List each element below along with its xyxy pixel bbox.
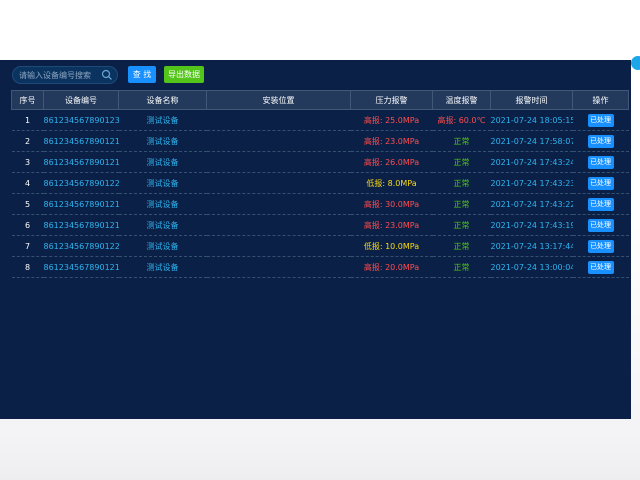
cell-device-code: 861234567890121 bbox=[43, 193, 119, 215]
cell-device-name: 测试设备 bbox=[118, 130, 207, 152]
table-row[interactable]: 3 861234567890121 测试设备 高报: 26.0MPa 正常 2021-07… bbox=[11, 151, 629, 173]
header-alarm-time[interactable]: 报警时间 bbox=[490, 90, 573, 110]
cell-device-code: 861234567890121 bbox=[43, 130, 119, 152]
header-index[interactable]: 序号 bbox=[11, 90, 44, 110]
cell-temperature-alarm: 正常 bbox=[432, 172, 491, 194]
cell-location bbox=[206, 193, 351, 215]
cell-alarm-time: 2021-07-24 13:00:04 bbox=[490, 256, 573, 278]
cell-location bbox=[206, 151, 351, 173]
cell-alarm-time: 2021-07-24 17:58:07 bbox=[490, 130, 573, 152]
cell-device-code: 861234567890121 bbox=[43, 214, 119, 236]
cell-index: 5 bbox=[11, 193, 44, 215]
header-pressure-alarm[interactable]: 压力报警 bbox=[350, 90, 433, 110]
cell-alarm-time: 2021-07-24 13:17:44 bbox=[490, 235, 573, 257]
search-button[interactable]: 查 找 bbox=[128, 66, 156, 83]
cell-temperature-alarm: 正常 bbox=[432, 235, 491, 257]
cell-temperature-alarm: 正常 bbox=[432, 256, 491, 278]
search-input[interactable] bbox=[19, 69, 103, 81]
cell-temperature-alarm: 高报: 60.0℃ bbox=[432, 109, 491, 131]
cell-index: 6 bbox=[11, 214, 44, 236]
processed-button[interactable]: 已处理 bbox=[587, 155, 614, 169]
cell-index: 2 bbox=[11, 130, 44, 152]
search-box[interactable] bbox=[12, 66, 118, 84]
processed-button[interactable]: 已处理 bbox=[587, 176, 614, 190]
header-device-name[interactable]: 设备名称 bbox=[118, 90, 207, 110]
cell-actions: 已处理 bbox=[572, 109, 629, 131]
cell-location bbox=[206, 172, 351, 194]
cell-device-code: 861234567890121 bbox=[43, 256, 119, 278]
cell-alarm-time: 2021-07-24 17:43:24 bbox=[490, 151, 573, 173]
cell-device-name: 测试设备 bbox=[118, 214, 207, 236]
cell-location bbox=[206, 256, 351, 278]
cell-device-name: 测试设备 bbox=[118, 109, 207, 131]
cell-device-code: 861234567890122 bbox=[43, 235, 119, 257]
cell-device-code: 861234567890121 bbox=[43, 151, 119, 173]
cell-device-name: 测试设备 bbox=[118, 193, 207, 215]
cell-pressure-alarm: 高报: 23.0MPa bbox=[350, 214, 433, 236]
cell-temperature-alarm: 正常 bbox=[432, 193, 491, 215]
cell-location bbox=[206, 130, 351, 152]
header-location[interactable]: 安装位置 bbox=[206, 90, 351, 110]
cell-alarm-time: 2021-07-24 17:43:23 bbox=[490, 172, 573, 194]
cell-temperature-alarm: 正常 bbox=[432, 151, 491, 173]
cell-actions: 已处理 bbox=[572, 193, 629, 215]
header-device-code[interactable]: 设备编号 bbox=[43, 90, 119, 110]
cell-index: 3 bbox=[11, 151, 44, 173]
cell-device-name: 测试设备 bbox=[118, 172, 207, 194]
cell-device-name: 测试设备 bbox=[118, 235, 207, 257]
alarm-panel: 查 找 导出数据 序号 设备编号 设备名称 安装位置 压力报警 温度报警 报警时… bbox=[0, 60, 631, 419]
processed-button[interactable]: 已处理 bbox=[587, 260, 614, 274]
cell-actions: 已处理 bbox=[572, 172, 629, 194]
processed-button[interactable]: 已处理 bbox=[587, 239, 614, 253]
cell-pressure-alarm: 高报: 26.0MPa bbox=[350, 151, 433, 173]
processed-button[interactable]: 已处理 bbox=[587, 218, 614, 232]
processed-button[interactable]: 已处理 bbox=[587, 134, 614, 148]
cell-alarm-time: 2021-07-24 18:05:15 bbox=[490, 109, 573, 131]
header-temperature-alarm[interactable]: 温度报警 bbox=[432, 90, 491, 110]
table-row[interactable]: 5 861234567890121 测试设备 高报: 30.0MPa 正常 2021-07… bbox=[11, 193, 629, 215]
table-row[interactable]: 1 861234567890123 测试设备 高报: 25.0MPa 高报: 60.0℃… bbox=[11, 109, 629, 131]
cell-pressure-alarm: 高报: 30.0MPa bbox=[350, 193, 433, 215]
header-actions[interactable]: 操作 bbox=[572, 90, 629, 110]
cell-index: 4 bbox=[11, 172, 44, 194]
cell-device-name: 测试设备 bbox=[118, 256, 207, 278]
cell-location bbox=[206, 235, 351, 257]
cell-actions: 已处理 bbox=[572, 130, 629, 152]
cell-actions: 已处理 bbox=[572, 151, 629, 173]
table-header-row: 序号 设备编号 设备名称 安装位置 压力报警 温度报警 报警时间 操作 bbox=[11, 90, 629, 110]
cell-location bbox=[206, 109, 351, 131]
cell-actions: 已处理 bbox=[572, 214, 629, 236]
cell-actions: 已处理 bbox=[572, 235, 629, 257]
corner-indicator bbox=[631, 56, 640, 70]
cell-temperature-alarm: 正常 bbox=[432, 214, 491, 236]
cell-device-name: 测试设备 bbox=[118, 151, 207, 173]
processed-button[interactable]: 已处理 bbox=[587, 197, 614, 211]
cell-pressure-alarm: 低报: 10.0MPa bbox=[350, 235, 433, 257]
cell-pressure-alarm: 高报: 23.0MPa bbox=[350, 130, 433, 152]
cell-index: 7 bbox=[11, 235, 44, 257]
cell-device-code: 861234567890123 bbox=[43, 109, 119, 131]
table-row[interactable]: 7 861234567890122 测试设备 低报: 10.0MPa 正常 2021-07… bbox=[11, 235, 629, 257]
alarm-table: 序号 设备编号 设备名称 安装位置 压力报警 温度报警 报警时间 操作 1 861… bbox=[11, 90, 629, 278]
table-row[interactable]: 6 861234567890121 测试设备 高报: 23.0MPa 正常 2021-07… bbox=[11, 214, 629, 236]
cell-pressure-alarm: 低报: 8.0MPa bbox=[350, 172, 433, 194]
processed-button[interactable]: 已处理 bbox=[587, 113, 614, 127]
cell-index: 1 bbox=[11, 109, 44, 131]
table-row[interactable]: 4 861234567890122 测试设备 低报: 8.0MPa 正常 2021-07-… bbox=[11, 172, 629, 194]
table-row[interactable]: 2 861234567890121 测试设备 高报: 23.0MPa 正常 2021-07… bbox=[11, 130, 629, 152]
search-icon[interactable] bbox=[101, 69, 113, 81]
cell-alarm-time: 2021-07-24 17:43:22 bbox=[490, 193, 573, 215]
cell-location bbox=[206, 214, 351, 236]
cell-pressure-alarm: 高报: 20.0MPa bbox=[350, 256, 433, 278]
cell-index: 8 bbox=[11, 256, 44, 278]
cell-device-code: 861234567890122 bbox=[43, 172, 119, 194]
table-row[interactable]: 8 861234567890121 测试设备 高报: 20.0MPa 正常 2021-07… bbox=[11, 256, 629, 278]
cell-temperature-alarm: 正常 bbox=[432, 130, 491, 152]
cell-alarm-time: 2021-07-24 17:43:19 bbox=[490, 214, 573, 236]
cell-actions: 已处理 bbox=[572, 256, 629, 278]
export-button[interactable]: 导出数据 bbox=[164, 66, 204, 83]
cell-pressure-alarm: 高报: 25.0MPa bbox=[350, 109, 433, 131]
